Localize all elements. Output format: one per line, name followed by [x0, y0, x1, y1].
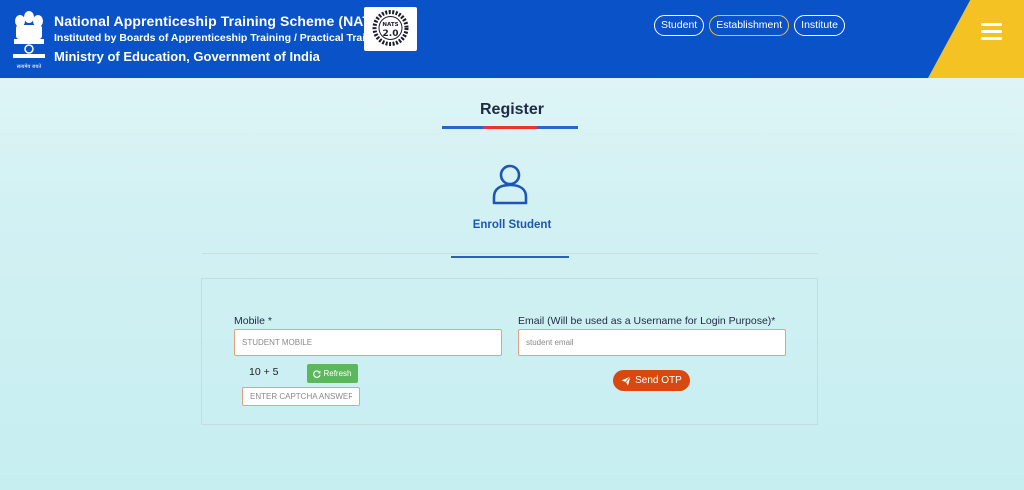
- email-input[interactable]: [518, 329, 786, 356]
- refresh-captcha-button[interactable]: Refresh: [307, 364, 358, 383]
- menu-hamburger-icon[interactable]: [981, 23, 1002, 40]
- emblem-caption: सत्यमेव जयते: [17, 63, 42, 70]
- active-tab-indicator: [451, 256, 569, 258]
- site-title-block: National Apprenticeship Training Scheme …: [54, 13, 387, 64]
- logo-text: NATS: [382, 22, 398, 28]
- site-title: National Apprenticeship Training Scheme …: [54, 13, 386, 29]
- nats-logo: NATS 2.0: [364, 7, 417, 51]
- top-header: सत्यमेव जयते National Apprenticeship Tra…: [0, 0, 1024, 78]
- send-otp-button[interactable]: Send OTP: [613, 370, 690, 391]
- captcha-question: 10 + 5: [249, 366, 279, 378]
- ministry-name: Ministry of Education, Government of Ind…: [54, 49, 320, 64]
- title-underline: [442, 126, 578, 129]
- user-icon: [492, 164, 528, 205]
- mobile-label: Mobile *: [234, 315, 272, 327]
- captcha-answer-input[interactable]: [242, 387, 360, 406]
- national-emblem-icon: सत्यमेव जयते: [13, 11, 45, 70]
- top-nav: Student Establishment Institute: [654, 15, 845, 36]
- refresh-label: Refresh: [323, 369, 352, 378]
- section-divider: [202, 253, 818, 254]
- nav-establishment-button[interactable]: Establishment: [709, 15, 790, 36]
- nav-institute-button[interactable]: Institute: [794, 15, 845, 36]
- send-otp-label: Send OTP: [635, 375, 682, 386]
- site-subtitle: Instituted by Boards of Apprenticeship T…: [54, 32, 388, 44]
- header-accent-corner: [928, 0, 1024, 78]
- mobile-input[interactable]: [234, 329, 502, 356]
- logo-version: 2.0: [383, 29, 399, 39]
- nav-student-button[interactable]: Student: [654, 15, 705, 36]
- paper-plane-icon: [621, 375, 631, 385]
- enroll-student-tab[interactable]: Enroll Student: [0, 219, 1024, 231]
- email-label: Email (Will be used as a Username for Lo…: [518, 315, 776, 327]
- page-title: Register: [479, 101, 545, 118]
- refresh-icon: [313, 369, 322, 378]
